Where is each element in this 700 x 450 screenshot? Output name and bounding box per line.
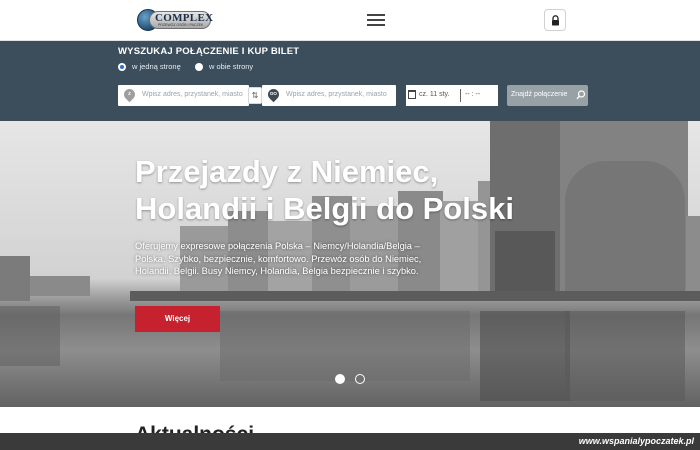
date-time-field[interactable]: cz. 11 sty. -- : -- <box>406 85 498 106</box>
radio-round-trip[interactable]: w obie strony <box>195 62 253 71</box>
radio-round-trip-label: w obie strony <box>209 62 254 71</box>
swap-arrows-icon: ⇅ <box>251 91 259 100</box>
watermark-text: www.wspanialypoczatek.pl <box>578 436 694 446</box>
find-connection-button[interactable]: Znajdź połączenie <box>507 85 588 106</box>
company-logo[interactable]: COMPLEX PRZEWÓZ OSÓB I PACZEK <box>137 9 213 31</box>
radio-one-way[interactable]: w jedną stronę <box>118 62 181 71</box>
radio-button-unchecked[interactable] <box>195 62 203 71</box>
hamburger-icon[interactable] <box>367 14 385 26</box>
calendar-icon <box>408 90 416 99</box>
time-value[interactable]: -- : -- <box>465 91 480 98</box>
from-field[interactable]: Z Wpisz adres, przystanek, miasto <box>118 85 249 106</box>
logo-tagline: PRZEWÓZ OSÓB I PACZEK <box>158 23 204 27</box>
lock-icon <box>552 15 559 26</box>
swap-button[interactable]: ⇅ <box>248 87 262 104</box>
radio-button-checked[interactable] <box>118 62 126 71</box>
date-value[interactable]: cz. 11 sty. <box>419 91 449 98</box>
find-connection-label: Znajdź połączenie <box>511 91 568 98</box>
to-field[interactable]: DO Wpisz adres, przystanek, miasto <box>262 85 396 106</box>
to-pin-icon: DO <box>264 85 283 104</box>
hero-title: Przejazdy z Niemiec, Holandii i Belgii d… <box>135 154 514 226</box>
to-placeholder: Wpisz adres, przystanek, miasto <box>286 91 387 98</box>
more-button[interactable]: Więcej <box>135 306 220 332</box>
from-placeholder: Wpisz adres, przystanek, miasto <box>142 91 243 98</box>
hero-description: Oferujemy expresowe połączenia Polska – … <box>135 241 422 276</box>
top-navigation-bar: COMPLEX PRZEWÓZ OSÓB I PACZEK <box>0 0 700 41</box>
search-icon <box>576 90 586 100</box>
search-title: WYSZUKAJ POŁĄCZENIE I KUP BILET <box>118 46 300 57</box>
account-button[interactable] <box>544 9 566 31</box>
radio-one-way-label: w jedną stronę <box>132 62 181 71</box>
from-pin-icon: Z <box>120 85 139 104</box>
slider-dot-2[interactable] <box>355 374 365 384</box>
search-panel <box>0 41 700 121</box>
watermark-bar: www.wspanialypoczatek.pl <box>0 433 700 450</box>
page: COMPLEX PRZEWÓZ OSÓB I PACZEK WYSZUKAJ P… <box>0 0 700 450</box>
slider-dot-1[interactable] <box>335 374 345 384</box>
